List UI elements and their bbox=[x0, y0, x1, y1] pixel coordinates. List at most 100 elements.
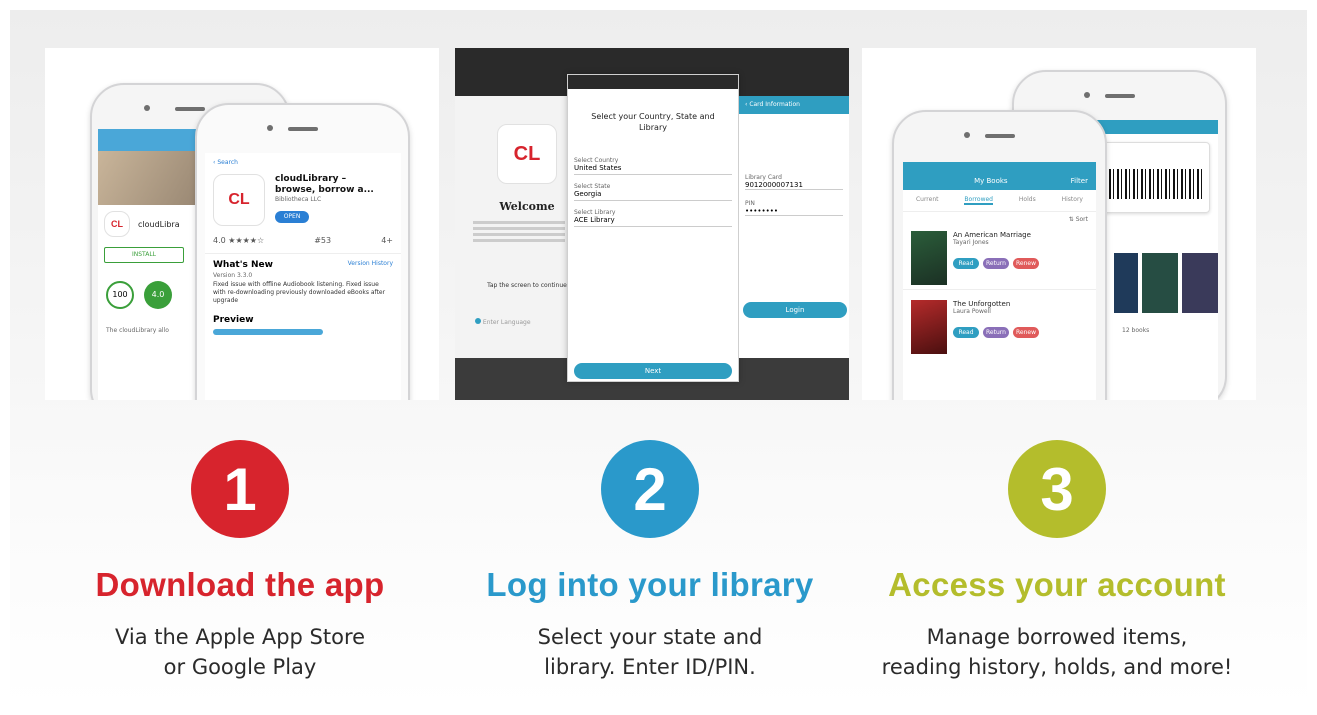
speaker-icon bbox=[287, 127, 318, 131]
return-button[interactable]: Return bbox=[983, 327, 1009, 338]
step-number-badge: 3 bbox=[1008, 440, 1106, 538]
camera-icon bbox=[964, 132, 970, 138]
book-cover[interactable] bbox=[1114, 253, 1138, 313]
renew-button[interactable]: Renew bbox=[1013, 258, 1039, 269]
tap-to-continue[interactable]: Tap the screen to continue bbox=[485, 282, 569, 289]
step-number-badge: 2 bbox=[601, 440, 699, 538]
step-number-badge: 1 bbox=[191, 440, 289, 538]
pin-input[interactable]: •••••••• bbox=[745, 207, 843, 216]
book-cover bbox=[911, 231, 947, 285]
install-button[interactable]: INSTALL bbox=[104, 247, 184, 263]
step-desc-line: Manage borrowed items, bbox=[926, 625, 1188, 649]
login-label: Login bbox=[785, 306, 805, 314]
select-prompt: Select your Country, State and Library bbox=[591, 112, 715, 132]
open-button[interactable]: OPEN bbox=[275, 211, 309, 223]
step-number: 3 bbox=[1040, 455, 1074, 523]
camera-icon bbox=[267, 125, 273, 131]
app-title: cloudLibrary – browse, borrow a... bbox=[275, 174, 374, 195]
sort-label: Sort bbox=[1075, 216, 1088, 223]
nav-title: Card Information bbox=[749, 101, 800, 108]
country-select[interactable]: United States bbox=[574, 164, 732, 175]
book-author: Laura Powell bbox=[953, 308, 991, 315]
step-access: 3 Access your account Manage borrowed it… bbox=[847, 440, 1267, 682]
camera-icon bbox=[144, 105, 150, 111]
step-title: Log into your library bbox=[486, 566, 814, 603]
tab-current[interactable]: Current bbox=[916, 196, 939, 205]
downloads-value: 100 bbox=[112, 290, 128, 299]
read-label: Read bbox=[958, 329, 974, 336]
whats-new-heading: What's New bbox=[213, 260, 273, 270]
card-input[interactable]: 9012000007131 bbox=[745, 181, 843, 190]
return-label: Return bbox=[986, 260, 1006, 267]
step-desc-line: library. Enter ID/PIN. bbox=[544, 655, 756, 679]
sort-control[interactable]: ⇅ Sort bbox=[903, 212, 1096, 227]
step-description: Manage borrowed items, reading history, … bbox=[847, 622, 1267, 682]
return-button[interactable]: Return bbox=[983, 258, 1009, 269]
language-selector[interactable]: Enter Language bbox=[475, 318, 565, 326]
book-author: Tayari Jones bbox=[953, 239, 989, 246]
step-title: Download the app bbox=[95, 566, 385, 603]
book-title: The Unforgotten bbox=[953, 300, 1011, 308]
install-label: INSTALL bbox=[131, 251, 157, 258]
step-desc-line: or Google Play bbox=[163, 655, 317, 679]
release-notes: Fixed issue with offline Audiobook liste… bbox=[213, 281, 386, 304]
next-button[interactable]: Next bbox=[574, 363, 732, 379]
tab-borrowed[interactable]: Borrowed bbox=[964, 196, 993, 205]
front-phone: ‹ Search CL cloudLibrary – browse, borro… bbox=[195, 103, 410, 400]
filter-button[interactable]: Filter bbox=[1071, 172, 1088, 190]
books-count: 12 books bbox=[1122, 327, 1150, 334]
step-desc-line: Via the Apple App Store bbox=[114, 625, 366, 649]
speaker-icon bbox=[175, 107, 205, 111]
card-label: Library Card bbox=[745, 174, 782, 181]
book-cover bbox=[911, 300, 947, 354]
tab-holds[interactable]: Holds bbox=[1019, 196, 1036, 205]
camera-icon bbox=[1084, 92, 1090, 98]
state-select[interactable]: Georgia bbox=[574, 190, 732, 201]
book-title: An American Marriage bbox=[953, 231, 1031, 239]
card-info-screen: ‹ Card Information Library Card 90120000… bbox=[739, 96, 849, 358]
login-button[interactable]: Login bbox=[743, 302, 847, 318]
library-label: Select Library bbox=[574, 209, 616, 216]
state-label: Select State bbox=[574, 183, 611, 190]
tab-history[interactable]: History bbox=[1062, 196, 1083, 205]
list-item[interactable]: The Unforgotten Laura Powell Read Return… bbox=[903, 289, 1096, 364]
age-rating: 4+ bbox=[381, 236, 393, 245]
renew-label: Renew bbox=[1016, 329, 1036, 336]
library-select[interactable]: ACE Library bbox=[574, 216, 732, 227]
cl-app-icon: CL bbox=[213, 174, 265, 226]
language-label: Enter Language bbox=[482, 319, 531, 326]
speaker-icon bbox=[984, 134, 1015, 138]
book-cover[interactable] bbox=[1182, 253, 1218, 313]
step-number: 2 bbox=[633, 455, 667, 523]
book-cover[interactable] bbox=[1142, 253, 1178, 313]
my-books-header: My Books Filter bbox=[903, 172, 1096, 190]
renew-label: Renew bbox=[1016, 260, 1036, 267]
back-app-name: cloudLibra bbox=[138, 219, 180, 229]
step-number: 1 bbox=[223, 455, 257, 523]
read-button[interactable]: Read bbox=[953, 258, 979, 269]
list-item[interactable]: An American Marriage Tayari Jones Read R… bbox=[903, 227, 1096, 289]
logo-text: CL bbox=[111, 219, 123, 229]
version-history-link[interactable]: Version History bbox=[348, 260, 393, 270]
step-download: 1 Download the app Via the Apple App Sto… bbox=[30, 440, 450, 682]
front-phone-screen: ‹ Search CL cloudLibrary – browse, borro… bbox=[205, 153, 401, 400]
downloads-badge: 100 bbox=[106, 281, 134, 309]
cl-logo-icon: CL bbox=[104, 211, 130, 237]
step-desc-line: Select your state and bbox=[537, 625, 763, 649]
preview-strip bbox=[213, 329, 323, 335]
read-label: Read bbox=[958, 260, 974, 267]
country-label: Select Country bbox=[574, 157, 619, 164]
welcome-heading: Welcome bbox=[499, 200, 555, 213]
tab-bar: Current Borrowed Holds History bbox=[903, 190, 1096, 212]
return-label: Return bbox=[986, 329, 1006, 336]
renew-button[interactable]: Renew bbox=[1013, 327, 1039, 338]
version-label: Version 3.3.0 bbox=[213, 272, 253, 279]
preview-heading: Preview bbox=[213, 315, 254, 325]
search-back-link[interactable]: ‹ Search bbox=[205, 153, 401, 172]
front-phone: My Books Filter Current Borrowed Holds H… bbox=[892, 110, 1107, 400]
developer-name: Bibliotheca LLC bbox=[275, 196, 322, 203]
my-books-screen: My Books Filter Current Borrowed Holds H… bbox=[903, 162, 1096, 400]
logo-text: CL bbox=[513, 142, 541, 165]
step-title: Access your account bbox=[888, 566, 1226, 603]
read-button[interactable]: Read bbox=[953, 327, 979, 338]
